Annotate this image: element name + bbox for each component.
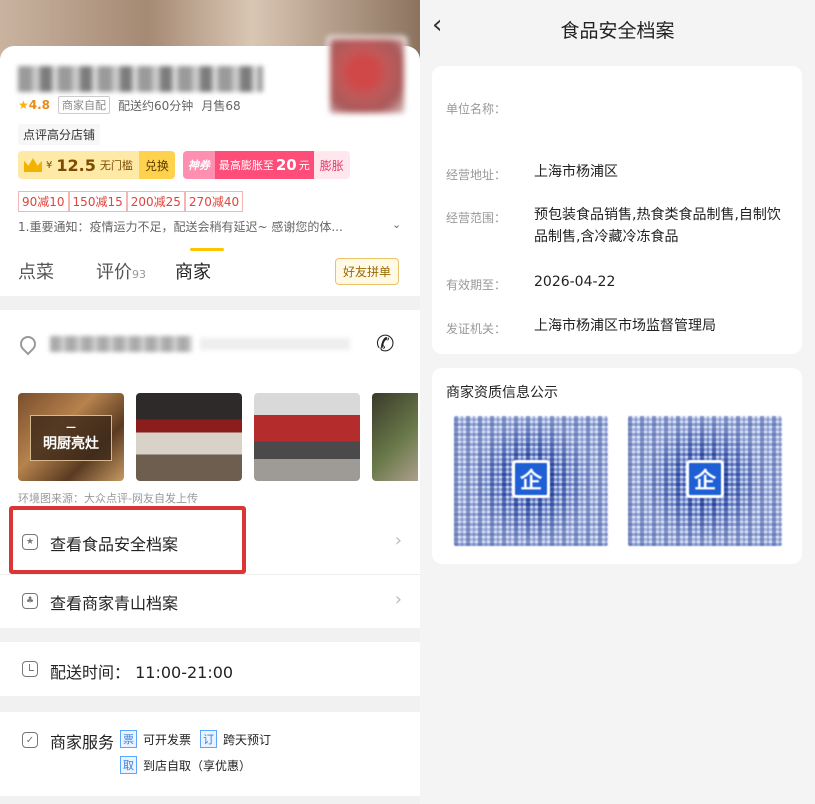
store-photo[interactable] — [136, 393, 242, 481]
crown-icon — [24, 158, 42, 172]
reserve-tag: 订 — [200, 730, 217, 748]
boost-prefix: 最高膨胀至 — [218, 159, 274, 172]
expiry-value: 2026-04-22 — [534, 274, 616, 290]
scope-value: 预包装食品销售,热食类食品制售,自制饮品制售,含冷藏冷冻食品 — [534, 207, 781, 245]
boost-coupon[interactable]: 神券 最高膨胀至 20 元 膨胀 — [182, 151, 350, 179]
tab-reviews-count: 93 — [132, 268, 146, 281]
chevron-down-icon[interactable]: ⌄ — [392, 218, 401, 231]
open-kitchen-label: — 明厨亮灶 — [30, 415, 112, 461]
highlight-annotation-box — [9, 506, 246, 574]
star-icon: ★ — [18, 98, 29, 112]
discount-tag: 270减40 — [184, 191, 244, 212]
boost-text: 最高膨胀至 20 元 — [214, 151, 314, 179]
tab-reviews[interactable]: 评价93 — [96, 258, 146, 284]
leaf-icon: ♣ — [22, 593, 38, 609]
clock-icon — [22, 661, 38, 677]
hot-coupon-label: 神券 — [182, 151, 215, 179]
store-notice[interactable]: 1.重要通知：疫情运力不足，配送会稍有延迟~ 感谢您的体... — [18, 218, 403, 235]
store-photo[interactable] — [372, 393, 418, 481]
delivery-eta: 配送约60分钟 — [118, 98, 194, 113]
friend-group-order-button[interactable]: 好友拼单 — [335, 258, 400, 285]
service-pickup: 取 到店自取（享优惠） — [120, 756, 251, 774]
monthly-sales: 月售68 — [201, 98, 241, 113]
service-reserve: 订 跨天预订 — [200, 730, 271, 748]
store-photos: — 明厨亮灶 — [18, 393, 418, 483]
tab-merchant[interactable]: 商家 — [175, 258, 211, 284]
issuer-value: 上海市杨浦区市场监督管理局 — [534, 318, 716, 334]
open-kitchen-text: 明厨亮灶 — [43, 436, 99, 452]
check-icon: ✓ — [22, 732, 38, 748]
store-photo[interactable]: — 明厨亮灶 — [18, 393, 124, 481]
address-value: 上海市杨浦区 — [534, 164, 618, 180]
qualification-card: 商家资质信息公示 企 企 — [432, 368, 802, 564]
discount-tag: 150减15 — [68, 191, 127, 212]
discount-tag: 200减25 — [126, 191, 185, 212]
boost-button[interactable]: 膨胀 — [314, 157, 350, 174]
location-pin-icon — [16, 332, 40, 356]
store-photo[interactable] — [254, 393, 360, 481]
store-detail-screen: ★4.8 商家自配 配送约60分钟 月售68 点评高分店铺 ¥ 12.5 无门槛… — [0, 0, 420, 804]
services-title: 商家服务 — [50, 733, 115, 752]
address-redacted-faint — [200, 338, 350, 350]
delivery-time-card: 配送时间： 11:00-21:00 — [0, 642, 420, 696]
service-invoice: 票 可开发票 — [120, 730, 191, 748]
coupon-condition: 无门槛 — [99, 159, 133, 172]
food-safety-screen: ‹ 食品安全档案 单位名称： 经营地址： 上海市杨浦区 经营范围： 预包装食品销… — [420, 0, 815, 804]
delivery-time: 配送时间： 11:00-21:00 — [50, 663, 234, 682]
chevron-right-icon: › — [394, 589, 402, 610]
member-coupon[interactable]: ¥ 12.5 无门槛 — [18, 151, 139, 179]
pickup-tag: 取 — [120, 756, 137, 774]
photo-source-note: 环境图来源：大众点评-网友自发上传 — [18, 492, 198, 505]
store-meta-row: ★4.8 商家自配 配送约60分钟 月售68 — [18, 96, 241, 114]
address-label: 经营地址： — [446, 168, 507, 182]
discount-list: 90减10 150减15 200减25 270减40 — [18, 191, 244, 212]
active-tab-indicator — [190, 248, 224, 251]
label-dash: — — [66, 422, 76, 433]
merchant-info-card: ✆ — 明厨亮灶 环境图来源：大众点评-网友自发上传 ★ 查看食品安全档案 › … — [0, 310, 420, 628]
tab-dishes[interactable]: 点菜 — [18, 258, 54, 284]
coupon-amount: 12.5 — [56, 155, 96, 175]
business-license-image[interactable]: 企 — [454, 416, 608, 546]
qingshan-archive-link[interactable]: ♣ 查看商家青山档案 › — [0, 574, 420, 626]
expiry-label: 有效期至： — [446, 278, 507, 292]
page-title: 食品安全档案 — [560, 20, 675, 42]
discount-tag: 90减10 — [18, 191, 69, 212]
rating: ★4.8 — [18, 98, 51, 112]
scope-label: 经营范围： — [446, 211, 507, 225]
delivery-type-badge: 商家自配 — [58, 96, 111, 114]
enterprise-badge-icon: 企 — [686, 460, 724, 498]
store-name-redacted — [18, 66, 263, 92]
tab-reviews-label: 评价 — [96, 262, 132, 283]
qualification-title: 商家资质信息公示 — [446, 385, 558, 401]
phone-icon[interactable]: ✆ — [376, 332, 394, 357]
reserve-label: 跨天预订 — [223, 732, 272, 747]
issuer-label: 发证机关： — [446, 322, 507, 336]
food-license-image[interactable]: 企 — [628, 416, 782, 546]
enterprise-badge-icon: 企 — [512, 460, 550, 498]
chevron-right-icon: › — [394, 530, 402, 551]
address-redacted[interactable] — [50, 336, 192, 352]
pickup-label: 到店自取（享优惠） — [143, 758, 252, 773]
unit-name-label: 单位名称： — [446, 102, 507, 116]
store-logo-redacted[interactable] — [327, 36, 407, 116]
boost-amount: 20 — [275, 156, 297, 174]
license-card: 单位名称： 经营地址： 上海市杨浦区 经营范围： 预包装食品销售,热食类食品制售… — [432, 66, 802, 354]
merchant-services-card: ✓ 商家服务 票 可开发票 订 跨天预订 取 到店自取（享优惠） — [0, 712, 420, 796]
boost-unit: 元 — [298, 159, 310, 172]
invoice-label: 可开发票 — [143, 732, 192, 747]
invoice-tag: 票 — [120, 730, 137, 748]
qingshan-label: 查看商家青山档案 — [50, 594, 179, 613]
redeem-button[interactable]: 兑换 — [138, 151, 175, 179]
coupon-currency: ¥ — [46, 159, 53, 171]
top-rated-tag: 点评高分店铺 — [18, 124, 101, 145]
store-header-card: ★4.8 商家自配 配送约60分钟 月售68 点评高分店铺 ¥ 12.5 无门槛… — [0, 36, 420, 296]
coupon-row: ¥ 12.5 无门槛 兑换 神券 最高膨胀至 20 元 膨胀 — [18, 151, 350, 179]
nav-bar: ‹ 食品安全档案 — [420, 0, 815, 54]
